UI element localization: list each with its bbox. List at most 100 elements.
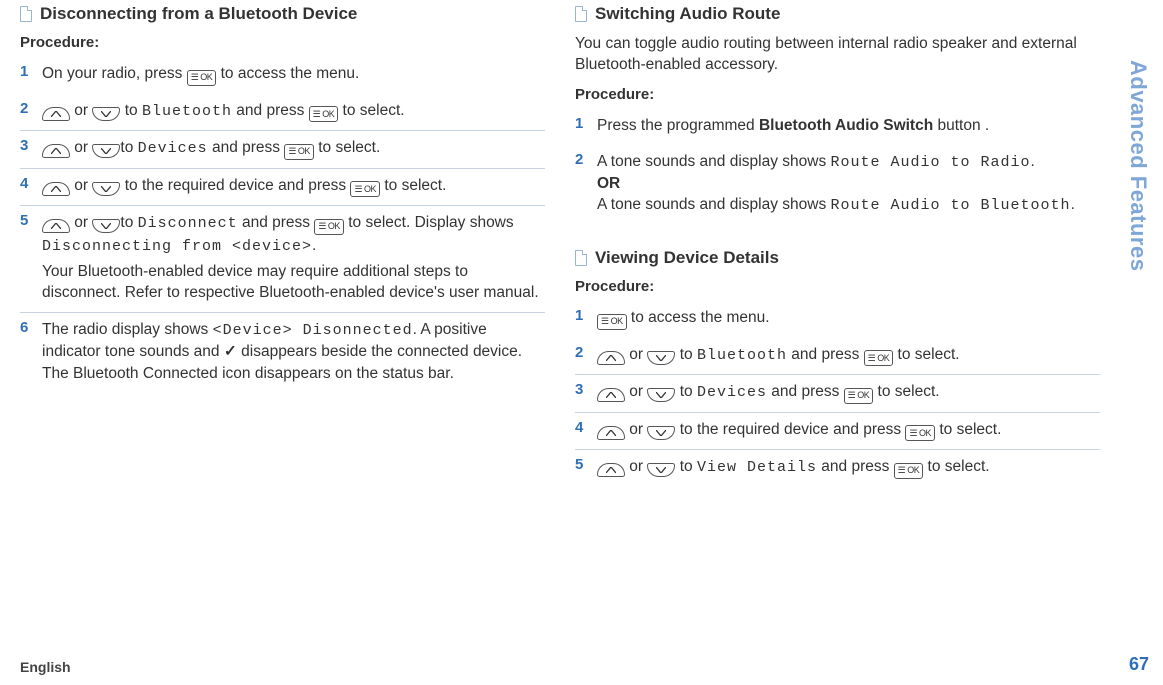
text: . (1071, 196, 1075, 213)
up-arrow-icon (597, 426, 625, 440)
text: button . (933, 117, 989, 134)
text: to access the menu. (216, 65, 359, 82)
up-arrow-icon (597, 388, 625, 402)
step-body: On your radio, press ☰ OK to access the … (42, 63, 545, 86)
text: to select. (893, 346, 959, 363)
section-header-disconnect: Disconnecting from a Bluetooth Device (20, 4, 545, 24)
step-6: 6 The radio display shows <Device> Dison… (20, 312, 545, 392)
ok-button-icon: ☰ OK (905, 425, 935, 441)
check-icon: ✓ (224, 343, 237, 360)
step-number: 2 (20, 100, 34, 123)
step-body: or to Bluetooth and press ☰ OK to select… (42, 100, 545, 123)
or-text: OR (597, 175, 620, 192)
ok-button-icon: ☰ OK (314, 219, 344, 235)
section-title: Disconnecting from a Bluetooth Device (40, 4, 357, 24)
page-content: Disconnecting from a Bluetooth Device Pr… (0, 0, 1100, 620)
code-text: Bluetooth (697, 347, 787, 364)
text: to select. (314, 139, 380, 156)
text: and press (208, 139, 285, 156)
step-number: 2 (575, 344, 589, 367)
language-label: English (20, 659, 71, 675)
section-title: Viewing Device Details (595, 248, 779, 268)
text: to select. (380, 177, 446, 194)
step-number: 5 (20, 212, 34, 304)
text: or (625, 458, 647, 475)
code-text: View Details (697, 459, 817, 476)
down-arrow-icon (92, 182, 120, 196)
text: to (120, 102, 142, 119)
text: or (70, 177, 92, 194)
text: to select. (873, 383, 939, 400)
text: . (312, 237, 316, 254)
code-text: <Device> Disonnected (213, 322, 413, 339)
left-column: Disconnecting from a Bluetooth Device Pr… (20, 0, 545, 620)
step-number: 1 (20, 63, 34, 86)
code-text: Route Audio to Bluetooth (831, 197, 1071, 214)
text: to select. (338, 102, 404, 119)
text: to access the menu. (627, 309, 770, 326)
ra-step-2: 2 A tone sounds and display shows Route … (575, 145, 1100, 225)
code-text: Devices (697, 384, 767, 401)
step-1: 1 On your radio, press ☰ OK to access th… (20, 57, 545, 94)
code-text: Route Audio to Radio (831, 154, 1031, 171)
text: . (1031, 153, 1035, 170)
step-body: or to the required device and press ☰ OK… (42, 175, 545, 198)
step-number: 1 (575, 307, 589, 330)
down-arrow-icon (92, 219, 120, 233)
down-arrow-icon (92, 144, 120, 158)
step-body: or to Disconnect and press ☰ OK to selec… (42, 212, 545, 304)
text: A tone sounds and display shows (597, 196, 831, 213)
text: to (120, 139, 137, 156)
up-arrow-icon (597, 463, 625, 477)
text: to (120, 214, 137, 231)
step-body: Press the programmed Bluetooth Audio Swi… (597, 115, 1100, 137)
text: to the required device and press (120, 177, 350, 194)
ok-button-icon: ☰ OK (187, 70, 217, 86)
rb-step-2: 2 or to Bluetooth and press ☰ OK to sele… (575, 338, 1100, 375)
procedure-label: Procedure: (575, 278, 1100, 295)
step-3: 3 or to Devices and press ☰ OK to select… (20, 130, 545, 168)
step-body: or to View Details and press ☰ OK to sel… (597, 456, 1100, 479)
text: to (675, 346, 697, 363)
code-text: Bluetooth (142, 103, 232, 120)
rb-step-1: 1 ☰ OK to access the menu. (575, 301, 1100, 338)
step-5: 5 or to Disconnect and press ☰ OK to sel… (20, 205, 545, 312)
bold-text: Bluetooth Audio Switch (759, 117, 933, 134)
step-number: 3 (575, 381, 589, 404)
text: and press (232, 102, 309, 119)
code-text: Disconnect (138, 215, 238, 232)
code-text: Disconnecting from <device> (42, 238, 312, 255)
section-header-details: Viewing Device Details (575, 248, 1100, 268)
text: or (625, 421, 647, 438)
up-arrow-icon (42, 107, 70, 121)
ok-button-icon: ☰ OK (350, 181, 380, 197)
sidebar-vertical-title: Advanced Features (1125, 60, 1151, 271)
step-body: The radio display shows <Device> Disonne… (42, 319, 545, 384)
step-body: or to Bluetooth and press ☰ OK to select… (597, 344, 1100, 367)
text: and press (767, 383, 844, 400)
text: or (625, 383, 647, 400)
step-number: 1 (575, 115, 589, 137)
text: to (675, 383, 697, 400)
down-arrow-icon (647, 388, 675, 402)
down-arrow-icon (92, 107, 120, 121)
ok-button-icon: ☰ OK (284, 144, 314, 160)
page-icon (575, 250, 587, 266)
up-arrow-icon (597, 351, 625, 365)
text: or (70, 214, 92, 231)
down-arrow-icon (647, 463, 675, 477)
text: Your Bluetooth-enabled device may requir… (42, 263, 539, 302)
text: and press (238, 214, 315, 231)
intro-text: You can toggle audio routing between int… (575, 34, 1100, 76)
code-text: Devices (138, 140, 208, 157)
step-number: 6 (20, 319, 34, 384)
text: On your radio, press (42, 65, 187, 82)
text: to select. Display shows (344, 214, 514, 231)
ra-step-1: 1 Press the programmed Bluetooth Audio S… (575, 109, 1100, 145)
procedure-label: Procedure: (20, 34, 545, 51)
step-number: 4 (575, 419, 589, 442)
step-body: or to the required device and press ☰ OK… (597, 419, 1100, 442)
text: The radio display shows (42, 321, 213, 338)
step-2: 2 or to Bluetooth and press ☰ OK to sele… (20, 94, 545, 131)
section-title: Switching Audio Route (595, 4, 780, 24)
